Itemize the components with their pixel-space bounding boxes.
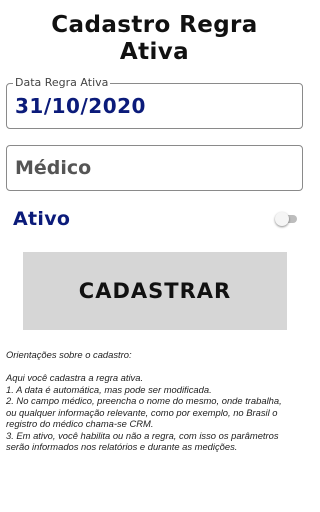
instructions-line: 3. Em ativo, você habilita ou não a regr… — [6, 429, 279, 441]
doctor-field[interactable] — [6, 145, 303, 191]
instructions-line: 1. A data é automática, mas pode ser mod… — [6, 383, 212, 395]
active-switch[interactable] — [275, 212, 297, 226]
active-row: Ativo — [13, 206, 297, 234]
active-label: Ativo — [13, 208, 71, 230]
instructions-line: registro do médico chama-se CRM. — [6, 418, 154, 429]
date-field[interactable]: Data Regra Ativa 31/10/2020 — [6, 76, 303, 129]
instructions-line: Aqui você cadastra a regra ativa. — [6, 372, 144, 383]
page-title: Cadastro Regra Ativa — [0, 12, 309, 66]
date-field-label: Data Regra Ativa — [13, 76, 111, 90]
switch-thumb — [275, 212, 289, 226]
instructions: Orientações sobre o cadastro: Aqui você … — [6, 349, 306, 453]
page-title-line-2: Ativa — [119, 39, 190, 65]
instructions-line: ou qualquer informação relevante, como p… — [6, 406, 278, 418]
date-field-value[interactable]: 31/10/2020 — [15, 94, 146, 118]
instructions-line: serão informados nos relatórios e durant… — [6, 441, 238, 452]
instructions-intro: Orientações sobre o cadastro: — [6, 349, 132, 360]
page-title-line-1: Cadastro Regra — [51, 12, 258, 38]
doctor-input[interactable] — [7, 146, 302, 190]
instructions-line: 2. No campo médico, preencha o nome do m… — [6, 395, 282, 406]
register-button[interactable]: CADASTRAR — [23, 252, 287, 330]
